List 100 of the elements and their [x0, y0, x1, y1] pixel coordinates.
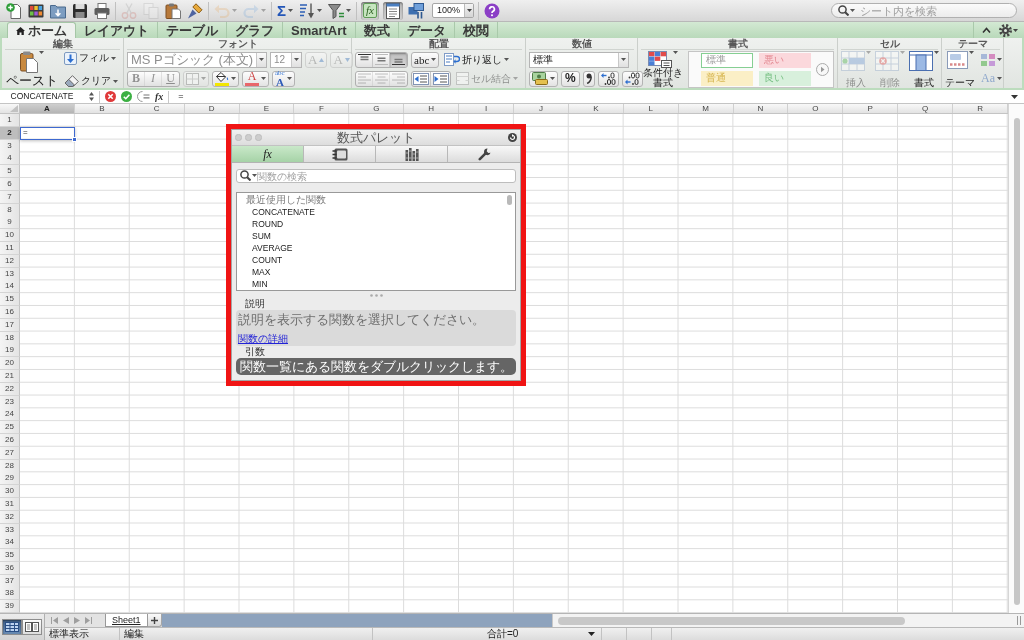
format-painter-button[interactable]: [186, 1, 204, 20]
increase-decimal-button[interactable]: [597, 70, 619, 87]
media-button[interactable]: [406, 1, 425, 20]
column-header[interactable]: C: [129, 104, 185, 113]
column-header[interactable]: M: [678, 104, 734, 113]
row-header[interactable]: 10: [0, 229, 20, 243]
caret-icon[interactable]: [1013, 28, 1018, 32]
paste-button[interactable]: ペースト: [5, 51, 58, 88]
row-header[interactable]: 38: [0, 587, 20, 601]
vertical-scrollbar[interactable]: [1008, 104, 1024, 614]
status-text[interactable]: 合計=0: [487, 628, 519, 640]
column-header[interactable]: P: [843, 104, 899, 113]
worksheet-cell[interactable]: =: [20, 126, 75, 140]
palette-tab[interactable]: [376, 146, 448, 162]
search-field[interactable]: 関数の検索: [236, 169, 516, 183]
sheet-tab[interactable]: Sheet1: [105, 614, 148, 628]
column-header[interactable]: F: [294, 104, 350, 113]
stepper-icon[interactable]: [89, 92, 94, 101]
column-header[interactable]: B: [74, 104, 130, 113]
align-bottom-button[interactable]: [390, 52, 407, 67]
print-button[interactable]: [93, 1, 111, 20]
align-top-button[interactable]: [356, 52, 373, 67]
row-header[interactable]: 20: [0, 357, 20, 371]
sort-button[interactable]: [298, 1, 323, 20]
caret-icon[interactable]: [588, 632, 595, 637]
comma-style-button[interactable]: [582, 70, 595, 87]
scrollbar-thumb[interactable]: [1013, 118, 1020, 606]
row-header[interactable]: 30: [0, 485, 20, 499]
column-header[interactable]: D: [184, 104, 240, 113]
enter-icon[interactable]: [121, 91, 132, 102]
page-layout-view-button[interactable]: [22, 619, 42, 636]
resize-grip-icon[interactable]: [369, 294, 383, 297]
conditional-formatting-button[interactable]: 条件付き書式: [641, 50, 684, 88]
column-header[interactable]: L: [623, 104, 679, 113]
column-header[interactable]: K: [568, 104, 624, 113]
row-header[interactable]: 34: [0, 536, 20, 550]
themes-button[interactable]: テーマ: [945, 50, 975, 88]
palette-tab[interactable]: fx: [232, 146, 304, 162]
row-header[interactable]: 5: [0, 165, 20, 179]
row-header[interactable]: 4: [0, 152, 20, 166]
formula-builder-button[interactable]: fx: [361, 1, 379, 20]
zoom-field[interactable]: 100%: [431, 3, 474, 18]
scrollbar-thumb[interactable]: [557, 616, 905, 625]
font-color-button[interactable]: A: [242, 70, 269, 87]
function-item[interactable]: AVERAGE: [250, 242, 295, 254]
palette-tab[interactable]: [448, 146, 520, 162]
paste-button[interactable]: [164, 1, 182, 20]
function-item[interactable]: SUM: [250, 230, 273, 242]
equals-icon[interactable]: [137, 91, 150, 102]
column-header[interactable]: Q: [898, 104, 954, 113]
caret-icon[interactable]: [1011, 94, 1018, 99]
function-button[interactable]: fx: [155, 90, 164, 103]
increase-indent-button[interactable]: [431, 71, 450, 86]
column-header[interactable]: G: [349, 104, 405, 113]
normal-view-button[interactable]: [2, 619, 22, 636]
column-header[interactable]: H: [404, 104, 460, 113]
decrease-decimal-button[interactable]: [621, 70, 643, 87]
scrollbar-thumb[interactable]: [507, 195, 512, 205]
column-header[interactable]: J: [514, 104, 569, 113]
split-handle-icon[interactable]: [1017, 616, 1021, 626]
theme-colors-button[interactable]: [979, 51, 1004, 68]
row-header[interactable]: 39: [0, 600, 20, 614]
number-format-dropdown[interactable]: 標準: [529, 51, 629, 68]
horizontal-scrollbar[interactable]: [551, 614, 1024, 628]
cancel-icon[interactable]: [105, 91, 116, 102]
search-field[interactable]: シート内を検索: [831, 3, 1017, 18]
currency-format-button[interactable]: [529, 70, 558, 87]
ribbon-tab[interactable]: ホーム: [7, 22, 76, 38]
fill-button[interactable]: フィル: [62, 50, 120, 66]
function-item[interactable]: MAX: [250, 266, 273, 278]
clear-button[interactable]: クリア: [62, 73, 120, 89]
row-header[interactable]: 35: [0, 549, 20, 563]
save-button[interactable]: [71, 1, 89, 20]
name-box[interactable]: CONCATENATE: [0, 90, 84, 103]
toolbox-button[interactable]: [382, 1, 403, 20]
column-header[interactable]: E: [239, 104, 295, 113]
format-cells-button[interactable]: 書式: [909, 50, 939, 88]
text-orientation-button[interactable]: abc: [411, 51, 440, 68]
autosum-button[interactable]: Σ: [276, 1, 294, 20]
caret-up-icon[interactable]: [982, 27, 991, 33]
column-header[interactable]: N: [733, 104, 789, 113]
row-header[interactable]: 25: [0, 421, 20, 435]
row-header[interactable]: 14: [0, 280, 20, 294]
column-header[interactable]: O: [788, 104, 844, 113]
row-header[interactable]: 1: [0, 114, 20, 127]
function-item[interactable]: MIN: [250, 278, 270, 290]
help-button[interactable]: [483, 1, 501, 20]
row-header[interactable]: 24: [0, 408, 20, 422]
row-header[interactable]: 9: [0, 216, 20, 230]
function-item[interactable]: CONCATENATE: [250, 206, 317, 218]
palette-tab[interactable]: [304, 146, 376, 162]
new-document-button[interactable]: [5, 1, 23, 20]
filter-button[interactable]: [327, 1, 352, 20]
decrease-indent-button[interactable]: [412, 71, 431, 86]
fill-color-button[interactable]: [212, 70, 239, 87]
gear-icon[interactable]: [999, 23, 1012, 37]
function-item[interactable]: COUNT: [250, 254, 285, 266]
row-header[interactable]: 15: [0, 293, 20, 307]
function-item[interactable]: ROUND: [250, 218, 286, 230]
row-header[interactable]: 19: [0, 344, 20, 358]
